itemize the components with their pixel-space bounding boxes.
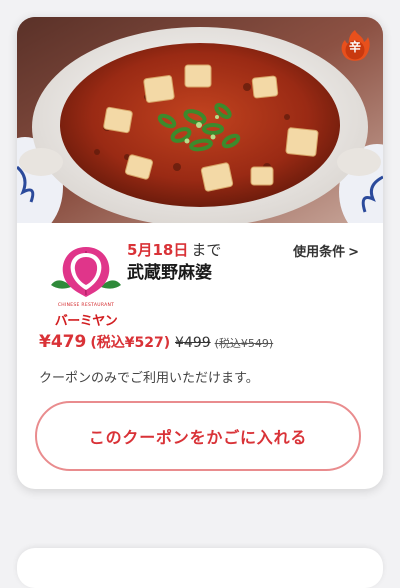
expiry-month: 5 xyxy=(127,241,138,259)
price-original-tax: (税込¥549) xyxy=(214,337,274,350)
next-coupon-card xyxy=(17,548,383,588)
price-current-tax: (税込¥527) xyxy=(90,335,171,351)
spicy-label: 辛 xyxy=(348,40,361,54)
expiry-day: 18 xyxy=(152,241,174,259)
hero-image: 辛 xyxy=(17,17,383,223)
chevron-right-icon: > xyxy=(348,245,359,260)
price-original: ¥499 xyxy=(175,335,211,351)
spicy-badge: 辛 xyxy=(339,29,371,63)
expiry-month-unit: 月 xyxy=(137,241,153,259)
price-current: ¥479 xyxy=(39,332,87,352)
terms-link[interactable]: 使用条件 > xyxy=(293,241,359,260)
discount-price: ¥479 (税込¥527) xyxy=(39,332,170,352)
coupon-note: クーポンのみでご利用いただけます。 xyxy=(39,371,259,386)
add-to-cart-button[interactable]: このクーポンをかごに入れる xyxy=(35,401,361,471)
brand-name: バーミヤン xyxy=(54,314,118,329)
terms-label: 使用条件 xyxy=(293,245,346,260)
product-name: 武蔵野麻婆 xyxy=(127,263,212,283)
coupon-card: 辛 CHINESE RESTAURANT バーミヤン 5月18日 まで 武蔵野麻婆… xyxy=(17,17,383,489)
expiry-date: 5月18日 まで xyxy=(127,239,221,260)
brand-logo: CHINESE RESTAURANT バーミヤン xyxy=(41,243,131,333)
peach-icon xyxy=(51,247,121,297)
original-price: ¥499 (税込¥549) xyxy=(175,335,273,351)
mapo-tofu-illustration xyxy=(17,17,383,223)
expiry-suffix: まで xyxy=(191,241,222,259)
brand-subtitle: CHINESE RESTAURANT xyxy=(57,303,115,308)
expiry-day-unit: 日 xyxy=(173,241,189,259)
